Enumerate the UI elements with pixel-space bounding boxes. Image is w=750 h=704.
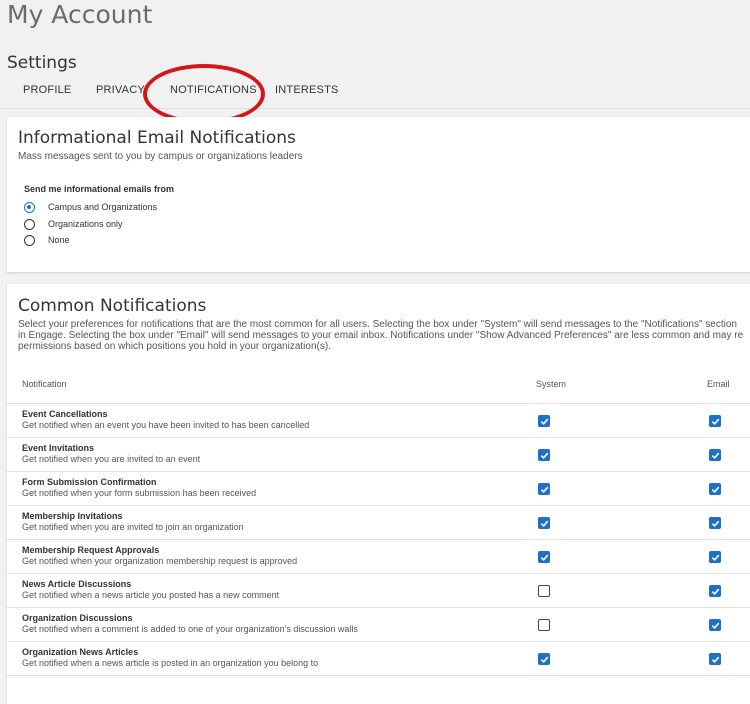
informational-email-card: Informational Email Notifications Mass m… xyxy=(7,117,750,272)
description-line: in Engage. Selecting the box under "Emai… xyxy=(18,330,744,341)
settings-title: Settings xyxy=(7,53,77,73)
notification-title: News Article Discussions xyxy=(22,579,132,589)
notification-title: Organization News Articles xyxy=(22,647,139,657)
tab-notifications[interactable]: NOTIFICATIONS xyxy=(170,84,257,96)
column-header-email: Email xyxy=(707,379,730,389)
notification-title: Event Invitations xyxy=(22,443,95,453)
radio-label: None xyxy=(48,235,70,245)
system-checkbox[interactable] xyxy=(538,619,550,631)
email-checkbox[interactable] xyxy=(709,619,721,631)
email-checkbox[interactable] xyxy=(709,585,721,597)
system-checkbox[interactable] xyxy=(538,449,550,461)
notification-description: Get notified when a news article you pos… xyxy=(22,590,280,600)
informational-prompt: Send me informational emails from xyxy=(24,184,175,194)
notification-description: Get notified when a comment is added to … xyxy=(22,624,358,634)
email-checkbox[interactable] xyxy=(709,415,721,427)
notification-title: Form Submission Confirmation xyxy=(22,477,157,487)
table-row: Event Invitations Get notified when you a… xyxy=(7,438,750,472)
radio-option-campus-orgs[interactable]: Campus and Organizations xyxy=(24,200,157,214)
notification-description: Get notified when you are invited to an … xyxy=(22,454,201,464)
informational-subtitle: Mass messages sent to you by campus or o… xyxy=(18,151,303,162)
system-checkbox[interactable] xyxy=(538,653,550,665)
notification-title: Organization Discussions xyxy=(22,613,133,623)
email-checkbox[interactable] xyxy=(709,449,721,461)
column-header-system: System xyxy=(536,379,567,389)
email-checkbox[interactable] xyxy=(709,483,721,495)
radio-button[interactable] xyxy=(24,234,35,246)
notification-description: Get notified when a news article is post… xyxy=(22,658,319,668)
notification-title: Membership Request Approvals xyxy=(22,545,160,555)
settings-tabs: PROFILE PRIVACY NOTIFICATIONS INTERESTS xyxy=(0,82,750,109)
table-row: Form Submission Confirmation Get notified… xyxy=(7,472,750,506)
radio-button[interactable] xyxy=(24,201,35,213)
informational-title: Informational Email Notifications xyxy=(18,128,296,148)
email-checkbox[interactable] xyxy=(709,551,721,563)
table-row: Event Cancellations Get notified when an … xyxy=(7,404,750,438)
common-description: Select your preferences for notification… xyxy=(18,319,750,352)
radio-label: Organizations only xyxy=(48,219,123,229)
radio-button[interactable] xyxy=(24,218,35,230)
table-row: Membership Invitations Get notified when … xyxy=(7,506,750,540)
email-checkbox[interactable] xyxy=(709,653,721,665)
radio-option-orgs-only[interactable]: Organizations only xyxy=(24,217,123,231)
column-header-notification: Notification xyxy=(22,379,67,389)
description-line: permissions based on which positions you… xyxy=(18,341,331,352)
page-title: My Account xyxy=(7,0,153,29)
table-row: Organization News Articles Get notified w… xyxy=(7,642,750,676)
system-checkbox[interactable] xyxy=(538,415,550,427)
email-checkbox[interactable] xyxy=(709,517,721,529)
table-row: News Article Discussions Get notified whe… xyxy=(7,574,750,608)
notification-description: Get notified when your form submission h… xyxy=(22,488,257,498)
system-checkbox[interactable] xyxy=(538,483,550,495)
common-notifications-card: Common Notifications Select your prefere… xyxy=(7,284,750,704)
tab-privacy[interactable]: PRIVACY xyxy=(96,84,145,96)
notification-description: Get notified when an event you have been… xyxy=(22,420,310,430)
radio-option-none[interactable]: None xyxy=(24,233,70,247)
description-line: Select your preferences for notification… xyxy=(18,319,737,330)
notifications-table-header: Notification System Email xyxy=(7,376,750,404)
system-checkbox[interactable] xyxy=(538,551,550,563)
radio-label: Campus and Organizations xyxy=(48,202,158,212)
notification-description: Get notified when your organization memb… xyxy=(22,556,298,566)
notification-description: Get notified when you are invited to joi… xyxy=(22,522,244,532)
system-checkbox[interactable] xyxy=(538,585,550,597)
system-checkbox[interactable] xyxy=(538,517,550,529)
notification-title: Event Cancellations xyxy=(22,409,108,419)
table-row: Organization Discussions Get notified whe… xyxy=(7,608,750,642)
tab-interests[interactable]: INTERESTS xyxy=(275,84,339,96)
notification-title: Membership Invitations xyxy=(22,511,123,521)
table-row: Membership Request Approvals Get notified… xyxy=(7,540,750,574)
tab-profile[interactable]: PROFILE xyxy=(23,84,71,96)
common-title: Common Notifications xyxy=(18,296,207,316)
